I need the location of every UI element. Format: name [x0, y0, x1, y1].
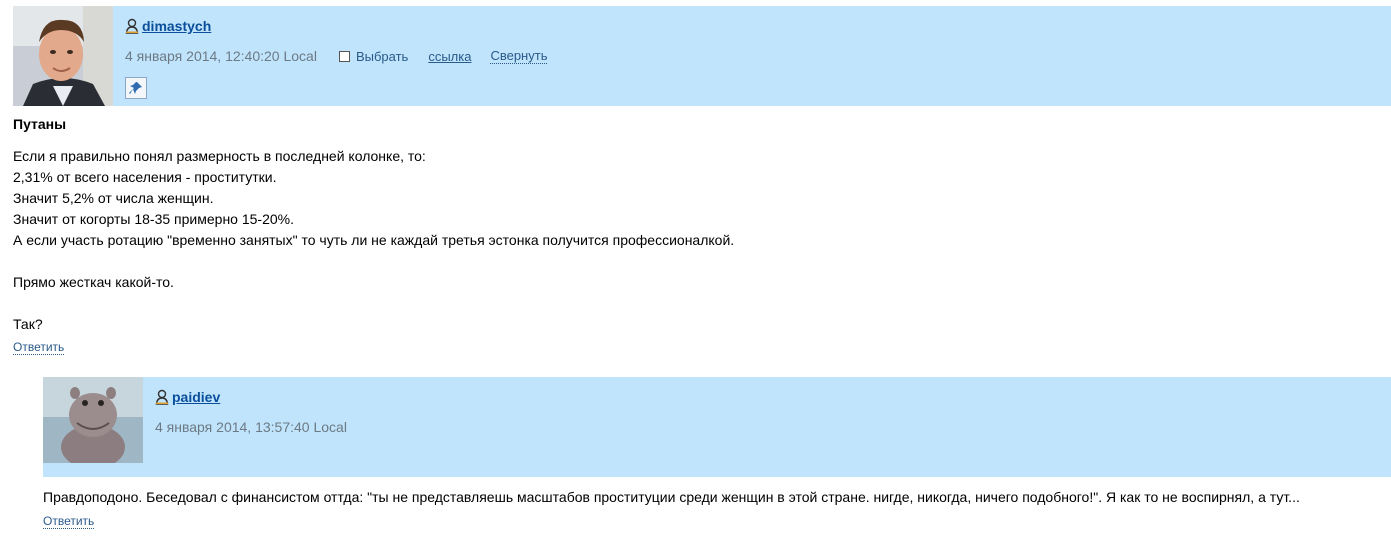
- date-line: 4 января 2014, 13:57:40 Local: [155, 419, 347, 435]
- date-line: 4 января 2014, 12:40:20 Local Выбрать сс…: [125, 48, 548, 64]
- comment-line: Значит от когорты 18-35 примерно 15-20%.: [13, 211, 294, 227]
- reply-link[interactable]: Ответить: [43, 515, 95, 529]
- select-checkbox[interactable]: [338, 50, 350, 62]
- comment-header: paidiev 4 января 2014, 13:57:40 Local: [43, 377, 1391, 477]
- user-icon: [155, 389, 169, 405]
- comment-reply: paidiev 4 января 2014, 13:57:40 Local Пр…: [43, 377, 1391, 529]
- user-line: dimastych: [125, 18, 211, 34]
- username-link[interactable]: paidiev: [172, 389, 220, 405]
- comment-line: Значит 5,2% от числа женщин.: [13, 190, 214, 206]
- comment-date: 4 января 2014, 13:57:40 Local: [155, 419, 347, 435]
- comment-body: Если я правильно понял размерность в пос…: [13, 146, 734, 335]
- collapse-link[interactable]: Свернуть: [490, 48, 548, 64]
- user-icon: [125, 18, 139, 34]
- pin-button[interactable]: [125, 77, 147, 99]
- comment-line: А если участь ротацию "временно занятых"…: [13, 232, 735, 248]
- comment-line: Прямо жесткач какой-то.: [13, 274, 174, 290]
- comment-line: 2,31% от всего населения - проститутки.: [13, 169, 277, 185]
- user-line: paidiev: [155, 389, 220, 405]
- comment-date: 4 января 2014, 12:40:20 Local: [125, 48, 317, 64]
- avatar[interactable]: [13, 6, 113, 106]
- permalink-link[interactable]: ссылка: [428, 49, 471, 64]
- select-label[interactable]: Выбрать: [356, 49, 408, 64]
- comment-title: Путаны: [13, 116, 67, 132]
- comment-body: Правдоподоно. Беседовал с финансистом от…: [43, 487, 1383, 508]
- pin-icon: [129, 82, 142, 94]
- avatar[interactable]: [43, 377, 143, 477]
- comment-line: Если я правильно понял размерность в пос…: [13, 148, 426, 164]
- reply-link[interactable]: Ответить: [13, 341, 65, 355]
- username-link[interactable]: dimastych: [142, 18, 211, 34]
- comment-header: dimastych 4 января 2014, 12:40:20 Local …: [13, 6, 1391, 106]
- comment: dimastych 4 января 2014, 12:40:20 Local …: [13, 6, 1391, 355]
- select-checkbox-wrap[interactable]: Выбрать: [338, 49, 408, 64]
- comment-text: Правдоподоно. Беседовал с финансистом от…: [43, 489, 1300, 505]
- comment-line: Так?: [13, 316, 43, 332]
